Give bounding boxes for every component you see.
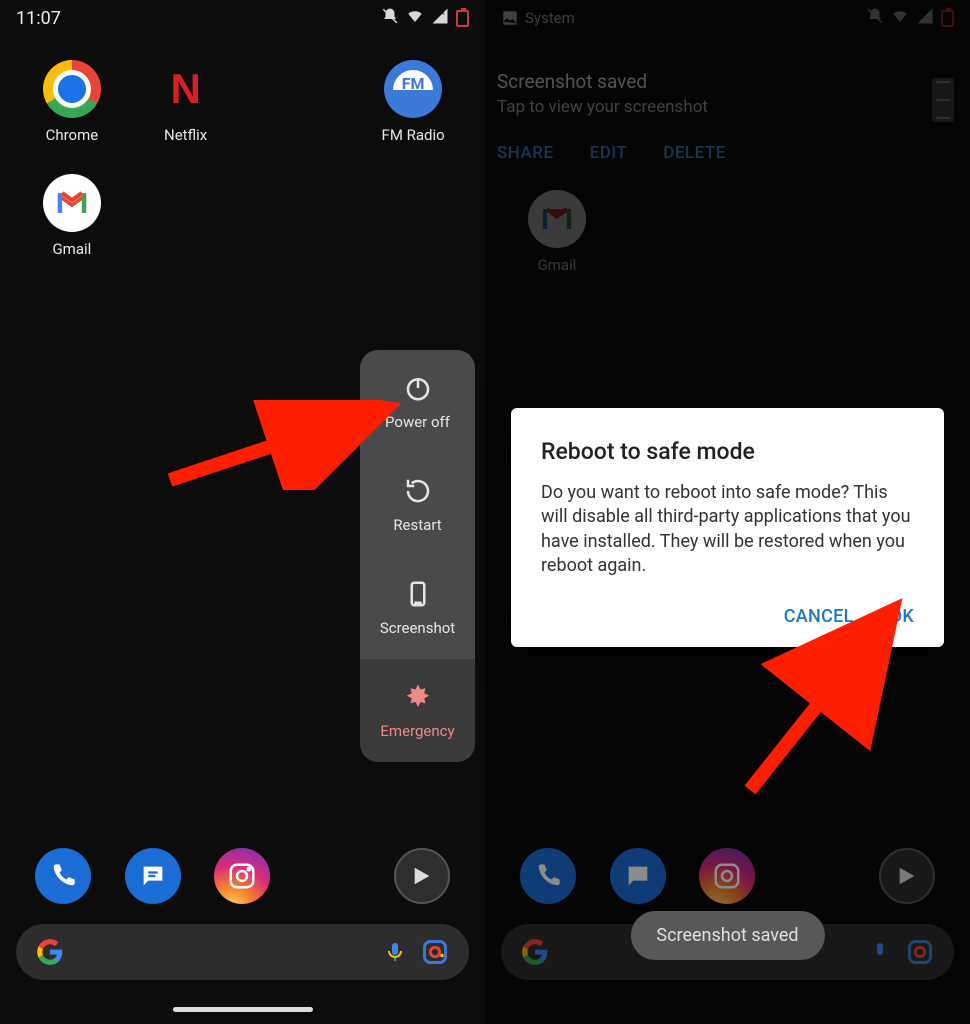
messages-app[interactable] bbox=[125, 848, 181, 904]
google-icon bbox=[36, 938, 64, 966]
instagram-app[interactable] bbox=[699, 848, 755, 904]
lens-icon[interactable] bbox=[421, 938, 449, 966]
app-netflix[interactable]: N Netflix bbox=[129, 60, 243, 144]
lens-icon[interactable] bbox=[906, 938, 934, 966]
power-menu: Power off Restart Screenshot Emergency bbox=[360, 350, 475, 762]
app-label: Chrome bbox=[46, 126, 99, 144]
power-off-label: Power off bbox=[385, 413, 450, 431]
google-search-bar[interactable] bbox=[16, 924, 469, 980]
google-icon bbox=[521, 938, 549, 966]
cancel-button[interactable]: CANCEL bbox=[784, 606, 854, 627]
power-off-button[interactable]: Power off bbox=[360, 350, 475, 453]
phone-app[interactable] bbox=[520, 848, 576, 904]
dock bbox=[0, 848, 485, 904]
phone-screen-1: 11:07 x Chrome N Netflix FM FM Radio Gma… bbox=[0, 0, 485, 1024]
app-label: FM Radio bbox=[382, 126, 445, 144]
ok-button[interactable]: OK bbox=[890, 606, 914, 627]
app-gmail[interactable]: Gmail bbox=[15, 174, 129, 258]
gmail-icon bbox=[43, 174, 101, 232]
chrome-icon bbox=[43, 60, 101, 118]
restart-icon bbox=[403, 476, 433, 506]
app-label: Netflix bbox=[164, 126, 207, 144]
screenshot-button[interactable]: Screenshot bbox=[360, 556, 475, 659]
mic-icon[interactable] bbox=[383, 940, 407, 964]
app-fm-radio[interactable]: FM FM Radio bbox=[356, 60, 470, 144]
instagram-app[interactable] bbox=[214, 848, 270, 904]
screenshot-icon bbox=[403, 579, 433, 609]
status-bar: 11:07 x bbox=[0, 0, 485, 36]
toast: Screenshot saved bbox=[630, 911, 824, 960]
play-store-app[interactable] bbox=[879, 848, 935, 904]
battery-low-icon bbox=[456, 10, 469, 27]
dock bbox=[485, 848, 970, 904]
dialog-body: Do you want to reboot into safe mode? Th… bbox=[541, 481, 914, 578]
signal-icon: x bbox=[431, 7, 449, 30]
emergency-label: Emergency bbox=[380, 722, 454, 740]
mic-icon[interactable] bbox=[868, 940, 892, 964]
wifi-icon bbox=[406, 7, 424, 30]
restart-label: Restart bbox=[393, 516, 441, 534]
screenshot-label: Screenshot bbox=[380, 619, 455, 637]
emergency-button[interactable]: Emergency bbox=[360, 659, 475, 762]
fm-radio-icon: FM bbox=[384, 60, 442, 118]
app-grid: Chrome N Netflix FM FM Radio Gmail bbox=[0, 60, 485, 258]
restart-button[interactable]: Restart bbox=[360, 453, 475, 556]
power-icon bbox=[403, 373, 433, 403]
phone-app[interactable] bbox=[35, 848, 91, 904]
app-label: Gmail bbox=[52, 240, 91, 258]
clock: 11:07 bbox=[16, 8, 61, 29]
safe-mode-dialog: Reboot to safe mode Do you want to reboo… bbox=[511, 408, 944, 647]
app-chrome[interactable]: Chrome bbox=[15, 60, 129, 144]
dialog-title: Reboot to safe mode bbox=[541, 438, 914, 465]
dnd-off-icon bbox=[381, 7, 399, 30]
phone-screen-2: System Screenshot saved Tap to view your… bbox=[485, 0, 970, 1024]
nav-gesture-bar[interactable] bbox=[173, 1007, 313, 1012]
netflix-icon: N bbox=[157, 60, 215, 118]
messages-app[interactable] bbox=[610, 848, 666, 904]
play-store-app[interactable] bbox=[394, 848, 450, 904]
emergency-icon bbox=[403, 682, 433, 712]
